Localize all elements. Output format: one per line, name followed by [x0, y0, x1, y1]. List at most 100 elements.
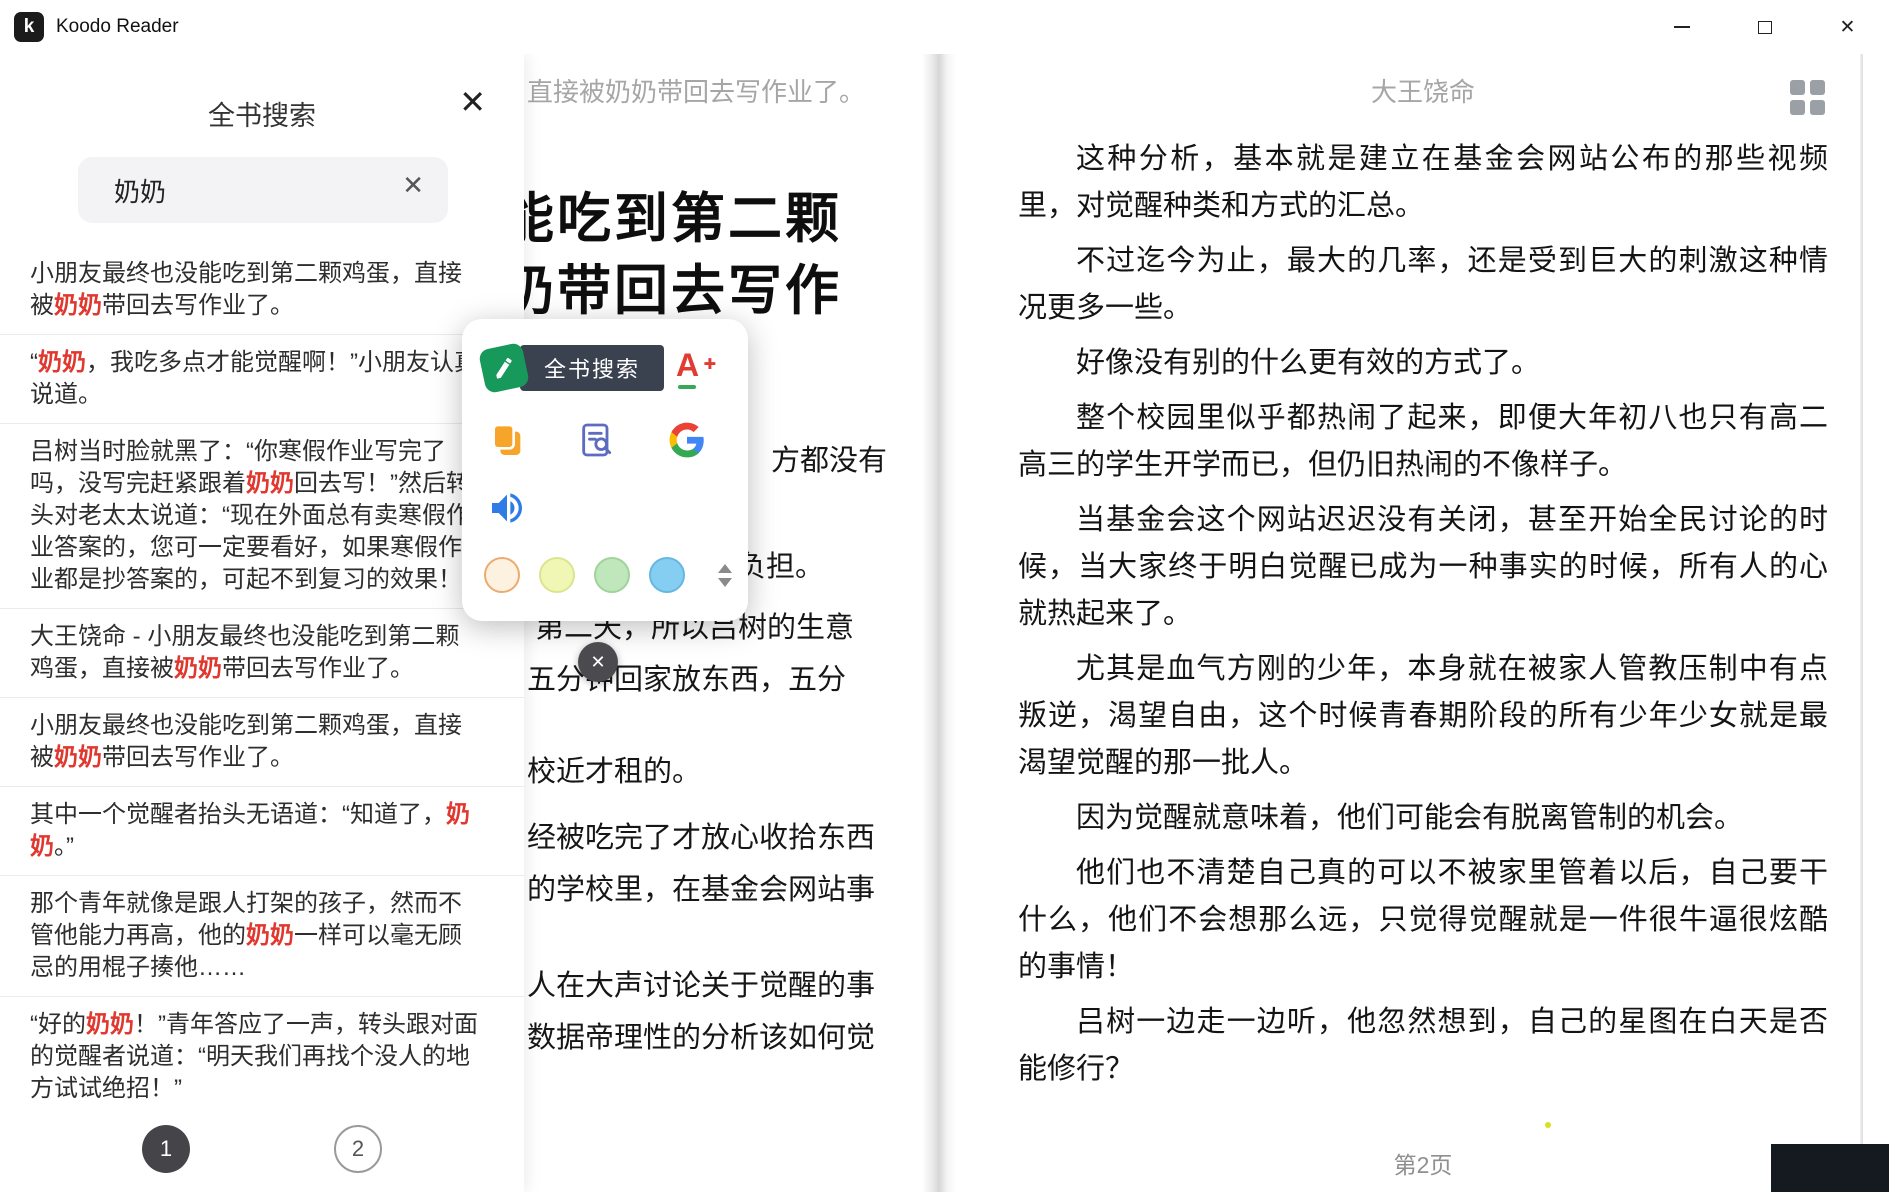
- match-highlight: 奶奶: [86, 1011, 134, 1038]
- left-page-chapter-header: 直接被奶奶带回去写作业了。: [527, 72, 865, 109]
- result-text-after: 带回去写作业了。: [102, 292, 294, 319]
- panel-title: 全书搜索: [0, 94, 524, 133]
- annotation-color-dot-2[interactable]: [539, 557, 575, 593]
- page-number-footer: 第2页: [1018, 1146, 1828, 1180]
- color-sort-arrows[interactable]: [718, 564, 732, 587]
- left-page-text-fragment: 负担。: [737, 543, 824, 585]
- left-page-text-fragment: 的学校里，在基金会网站事: [527, 866, 875, 908]
- search-result[interactable]: 其中一个觉醒者抬头无语道：“知道了，奶奶。”: [0, 787, 524, 876]
- paragraph: 尤其是血气方刚的少年，本身就在被家人管教压制中有点叛逆，渴望自由，这个时候青春期…: [1018, 646, 1828, 787]
- match-highlight: 奶奶: [246, 922, 294, 949]
- fullbook-search-button[interactable]: 全书搜索: [520, 345, 664, 391]
- close-icon: ✕: [1840, 16, 1856, 39]
- result-text-before: “好的: [30, 1011, 86, 1038]
- popup-row-2: [462, 419, 748, 461]
- annotation-color-dot-1[interactable]: [484, 557, 520, 593]
- left-page-text-fragment: 五分钟回家放东西，五分: [527, 656, 846, 698]
- annotation-color-dot-4[interactable]: [649, 557, 685, 593]
- highlight-marker-dot: [1545, 1122, 1551, 1128]
- left-page-text-fragment: 人在大声讨论关于觉醒的事: [527, 962, 875, 1004]
- app-logo-icon: k: [14, 12, 44, 42]
- search-result[interactable]: “奶奶，我吃多点才能觉醒啊！”小朋友认真说道。: [0, 335, 524, 424]
- grid-square: [1810, 80, 1825, 95]
- paragraph: 吕树一边走一边听，他忽然想到，自己的星图在白天是否能修行？: [1018, 999, 1828, 1093]
- grid-square: [1790, 80, 1805, 95]
- right-page-book-title-header: 大王饶命: [1018, 72, 1828, 109]
- result-text-after: ，我吃多点才能觉醒啊！”小朋友认真说道。: [30, 349, 478, 408]
- result-text-after: 带回去写作业了。: [102, 744, 294, 771]
- translate-letter: A: [676, 347, 699, 384]
- maximize-button[interactable]: [1723, 0, 1806, 54]
- left-page-text-fragment: 方都没有: [771, 437, 887, 479]
- panel-close-button[interactable]: ✕: [459, 86, 486, 118]
- sort-down-icon: [718, 578, 732, 587]
- result-text-after: 。”: [54, 833, 74, 860]
- page-spine: [922, 54, 956, 1192]
- left-page-text-fragment: 校近才租的。: [527, 748, 701, 790]
- minimize-button[interactable]: [1640, 0, 1723, 54]
- close-window-button[interactable]: ✕: [1806, 0, 1889, 54]
- results-pagination: 1 2: [0, 1099, 524, 1192]
- result-text-before: 其中一个觉醒者抬头无语道：“知道了，: [30, 801, 446, 828]
- popup-row-1: 全书搜索 A ✚: [462, 319, 748, 391]
- page-1-button[interactable]: 1: [142, 1125, 190, 1173]
- search-result[interactable]: 大王饶命 - 小朋友最终也没能吃到第二颗鸡蛋，直接被奶奶带回去写作业了。: [0, 609, 524, 698]
- search-results-list: 小朋友最终也没能吃到第二颗鸡蛋，直接被奶奶带回去写作业了。 “奶奶，我吃多点才能…: [0, 246, 524, 1099]
- search-result[interactable]: 那个青年就像是跟人打架的孩子，然而不管他能力再高，他的奶奶一样可以毫无顾忌的用棍…: [0, 876, 524, 997]
- doc-search-glyph: [577, 420, 617, 460]
- app-title: Koodo Reader: [56, 0, 179, 54]
- corner-dark-overlay: [1771, 1144, 1889, 1192]
- annotation-color-dot-3[interactable]: [594, 557, 630, 593]
- pen-glyph: [490, 354, 518, 382]
- maximize-icon: [1758, 21, 1772, 34]
- search-result[interactable]: 小朋友最终也没能吃到第二颗鸡蛋，直接被奶奶带回去写作业了。: [0, 698, 524, 787]
- grid-view-icon[interactable]: [1790, 80, 1826, 116]
- result-text-after: 带回去写作业了。: [222, 655, 414, 682]
- paragraph: 不过迄今为止，最大的几率，还是受到巨大的刺激这种情况更多一些。: [1018, 238, 1828, 332]
- match-highlight: 奶奶: [54, 292, 102, 319]
- search-result[interactable]: “好的奶奶！”青年答应了一声，转头跟对面的觉醒者说道：“明天我们再找个没人的地方…: [0, 997, 524, 1099]
- left-page-text-fragment: 经被吃完了才放心收拾东西: [527, 814, 875, 856]
- paragraph: 当基金会这个网站迟迟没有关闭，甚至开始全民讨论的时候，当大家终于明白觉醒已成为一…: [1018, 497, 1828, 638]
- match-highlight: 奶奶: [246, 470, 294, 497]
- chapter-title-line-2: 奶带回去写作: [500, 246, 842, 325]
- translate-icon[interactable]: A ✚: [672, 345, 716, 391]
- left-page-text-fragment: 数据帝理性的分析该如何觉: [527, 1014, 875, 1056]
- google-g-glyph: [668, 421, 706, 459]
- paragraph: 好像没有别的什么更有效的方式了。: [1018, 340, 1828, 387]
- page-right-edge: [1860, 54, 1863, 1192]
- search-panel: 全书搜索 ✕ ✕ 小朋友最终也没能吃到第二颗鸡蛋，直接被奶奶带回去写作业了。 “…: [0, 54, 524, 1192]
- popup-close-button[interactable]: ✕: [578, 642, 618, 682]
- paragraph: 因为觉醒就意味着，他们可能会有脱离管制的机会。: [1018, 795, 1828, 842]
- result-text-before: “: [30, 349, 38, 376]
- clear-search-button[interactable]: ✕: [402, 172, 424, 198]
- popup-color-row: [462, 557, 748, 593]
- search-result[interactable]: 吕树当时脸就黑了：“你寒假作业写完了吗，没写完赶紧跟着奶奶回去写！”然后转头对老…: [0, 424, 524, 609]
- sort-up-icon: [718, 564, 732, 573]
- koodo-reader-window: k Koodo Reader ✕ 直接被奶奶带回去写作业了。 能吃到第二颗 奶带…: [0, 0, 1889, 1192]
- highlight-pen-icon[interactable]: [478, 342, 530, 394]
- speaker-glyph: [487, 488, 527, 528]
- grid-square: [1790, 100, 1805, 115]
- minimize-icon: [1674, 26, 1690, 28]
- copy-glyph: [487, 420, 527, 460]
- window-controls: ✕: [1640, 0, 1889, 54]
- paragraph: 整个校园里似乎都热闹了起来，即便大年初八也只有高二高三的学生开学而已，但仍旧热闹…: [1018, 395, 1828, 489]
- search-result[interactable]: 小朋友最终也没能吃到第二颗鸡蛋，直接被奶奶带回去写作业了。: [0, 246, 524, 335]
- google-search-icon[interactable]: [666, 419, 708, 461]
- match-highlight: 奶奶: [54, 744, 102, 771]
- paragraph: 这种分析，基本就是建立在基金会网站公布的那些视频里，对觉醒种类和方式的汇总。: [1018, 136, 1828, 230]
- page-2-button[interactable]: 2: [334, 1125, 382, 1173]
- search-input[interactable]: [114, 157, 394, 223]
- translate-underline: [678, 385, 696, 389]
- speaker-icon[interactable]: [486, 487, 528, 529]
- paragraph: 他们也不清楚自己真的可以不被家里管着以后，自己要干什么，他们不会想那么远，只觉得…: [1018, 850, 1828, 991]
- search-input-box: ✕: [78, 157, 448, 223]
- dictionary-search-icon[interactable]: [576, 419, 618, 461]
- selection-popup-menu: 全书搜索 A ✚: [462, 319, 748, 621]
- translate-plus-icon: ✚: [703, 355, 716, 373]
- copy-icon[interactable]: [486, 419, 528, 461]
- match-highlight: 奶奶: [38, 349, 86, 376]
- grid-square: [1810, 100, 1825, 115]
- popup-row-3: [462, 487, 748, 529]
